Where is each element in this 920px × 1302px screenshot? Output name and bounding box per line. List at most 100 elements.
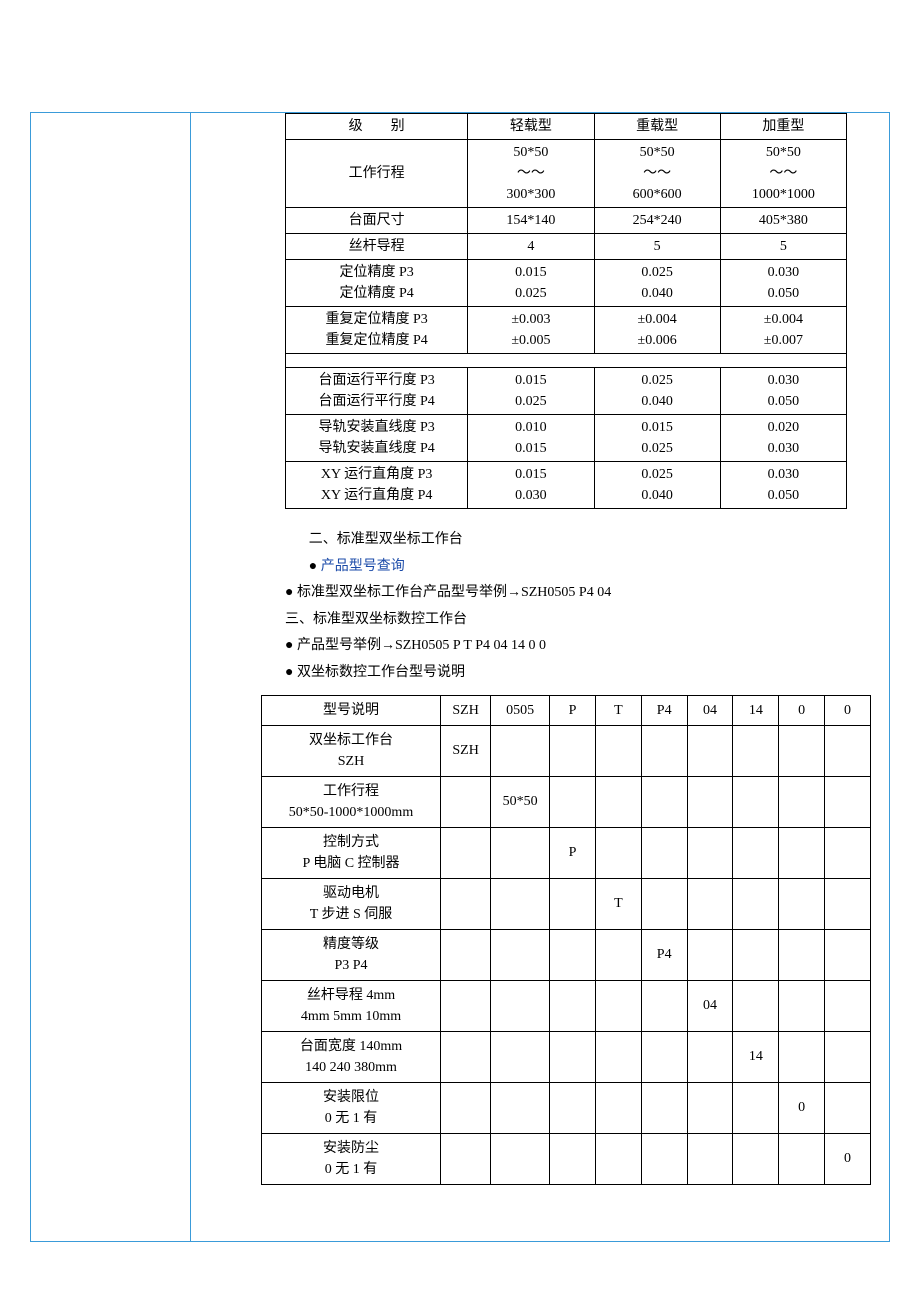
spec-cell: 5 <box>594 234 720 260</box>
model-cell <box>595 1031 641 1082</box>
model-cell <box>550 776 596 827</box>
spec-cell: 50*50 ～～ 600*600 <box>594 140 720 208</box>
spec-row-label: 台面尺寸 <box>286 208 468 234</box>
model-cell <box>825 725 871 776</box>
model-header-col: 0 <box>825 695 871 725</box>
spec-cell: 0.025 0.040 <box>594 260 720 307</box>
model-cell <box>491 1031 550 1082</box>
model-cell <box>641 1133 687 1184</box>
product-model-query-link[interactable]: 产品型号查询 <box>321 559 405 574</box>
model-header-col: P <box>550 695 596 725</box>
spec-cell: 5 <box>720 234 846 260</box>
model-cell <box>550 725 596 776</box>
model-cell <box>825 929 871 980</box>
model-cell <box>550 1082 596 1133</box>
model-cell <box>641 725 687 776</box>
spec-cell: 0.030 0.050 <box>720 368 846 415</box>
model-cell <box>733 1082 779 1133</box>
model-header-col: 0505 <box>491 695 550 725</box>
model-cell: T <box>595 878 641 929</box>
section-3-title: 三、标准型双坐标数控工作台 <box>285 607 875 634</box>
example-line-2: 产品型号举例→SZH0505 P T P4 04 14 0 0 <box>285 633 875 660</box>
spec-cell: 405*380 <box>720 208 846 234</box>
model-row-desc: 安装防尘 0 无 1 有 <box>262 1133 441 1184</box>
model-cell <box>687 1082 733 1133</box>
model-cell <box>491 980 550 1031</box>
model-header-col: P4 <box>641 695 687 725</box>
model-cell <box>595 1082 641 1133</box>
model-cell <box>733 827 779 878</box>
spec-cell: ±0.003 ±0.005 <box>468 307 594 354</box>
model-cell <box>641 776 687 827</box>
model-cell <box>687 1031 733 1082</box>
spec-cell: 0.015 0.030 <box>468 462 594 509</box>
model-cell <box>550 1031 596 1082</box>
product-model-query: 产品型号查询 <box>285 554 875 581</box>
model-cell <box>440 827 490 878</box>
model-header-col: T <box>595 695 641 725</box>
spec-cell: 0.015 0.025 <box>468 368 594 415</box>
spec-cell: 50*50 ～～ 300*300 <box>468 140 594 208</box>
model-cell <box>779 725 825 776</box>
model-cell <box>491 1133 550 1184</box>
model-cell <box>550 1133 596 1184</box>
page: 级 别轻载型重载型加重型工作行程50*50 ～～ 300*30050*50 ～～… <box>0 0 920 1302</box>
model-cell <box>779 1133 825 1184</box>
spec-cell: 4 <box>468 234 594 260</box>
spec-cell: 254*240 <box>594 208 720 234</box>
model-cell <box>825 1031 871 1082</box>
model-cell: 50*50 <box>491 776 550 827</box>
model-cell <box>733 980 779 1031</box>
section-2-title: 二、标准型双坐标工作台 <box>285 527 875 554</box>
model-cell <box>550 929 596 980</box>
model-cell <box>733 725 779 776</box>
model-cell <box>687 776 733 827</box>
model-cell <box>825 980 871 1031</box>
example-line-1: 标准型双坐标工作台产品型号举例→SZH0505 P4 04 <box>285 580 875 607</box>
model-row-desc: 精度等级 P3 P4 <box>262 929 441 980</box>
spec-row-label: 定位精度 P3 定位精度 P4 <box>286 260 468 307</box>
model-cell <box>779 929 825 980</box>
model-row-desc: 安装限位 0 无 1 有 <box>262 1082 441 1133</box>
model-cell <box>825 878 871 929</box>
model-desc-title: 双坐标数控工作台型号说明 <box>285 660 875 687</box>
spec-cell: 0.010 0.015 <box>468 415 594 462</box>
model-cell <box>491 725 550 776</box>
spec-cell: 50*50 ～～ 1000*1000 <box>720 140 846 208</box>
model-cell <box>440 1031 490 1082</box>
model-cell <box>440 1133 490 1184</box>
model-cell <box>779 827 825 878</box>
model-header-col: SZH <box>440 695 490 725</box>
spec-header-label: 级 别 <box>286 114 468 140</box>
model-cell <box>733 878 779 929</box>
model-header-col: 04 <box>687 695 733 725</box>
spec-cell: 0.025 0.040 <box>594 462 720 509</box>
model-cell <box>779 1031 825 1082</box>
model-cell: 14 <box>733 1031 779 1082</box>
model-cell: 0 <box>779 1082 825 1133</box>
spec-cell: 0.015 0.025 <box>468 260 594 307</box>
spec-cell: 0.025 0.040 <box>594 368 720 415</box>
spec-cell: 0.030 0.050 <box>720 462 846 509</box>
model-row-desc: 工作行程 50*50-1000*1000mm <box>262 776 441 827</box>
spec-cell: 0.030 0.050 <box>720 260 846 307</box>
model-cell <box>550 878 596 929</box>
model-cell <box>779 878 825 929</box>
spec-row-label: 丝杆导程 <box>286 234 468 260</box>
model-cell <box>641 1082 687 1133</box>
spec-cell: ±0.004 ±0.006 <box>594 307 720 354</box>
model-row-desc: 驱动电机 T 步进 S 伺服 <box>262 878 441 929</box>
spec-cell: 0.020 0.030 <box>720 415 846 462</box>
model-cell <box>825 1082 871 1133</box>
spec-row-label: 导轨安装直线度 P3 导轨安装直线度 P4 <box>286 415 468 462</box>
content-frame: 级 别轻载型重载型加重型工作行程50*50 ～～ 300*30050*50 ～～… <box>30 112 890 1242</box>
model-cell: P <box>550 827 596 878</box>
model-cell: 04 <box>687 980 733 1031</box>
mid-text-block: 二、标准型双坐标工作台 产品型号查询 标准型双坐标工作台产品型号举例→SZH05… <box>285 527 875 687</box>
spec-row-label: 台面运行平行度 P3 台面运行平行度 P4 <box>286 368 468 415</box>
model-cell <box>825 776 871 827</box>
model-cell <box>550 980 596 1031</box>
spec-row-label: 工作行程 <box>286 140 468 208</box>
model-cell <box>595 725 641 776</box>
model-cell <box>733 929 779 980</box>
